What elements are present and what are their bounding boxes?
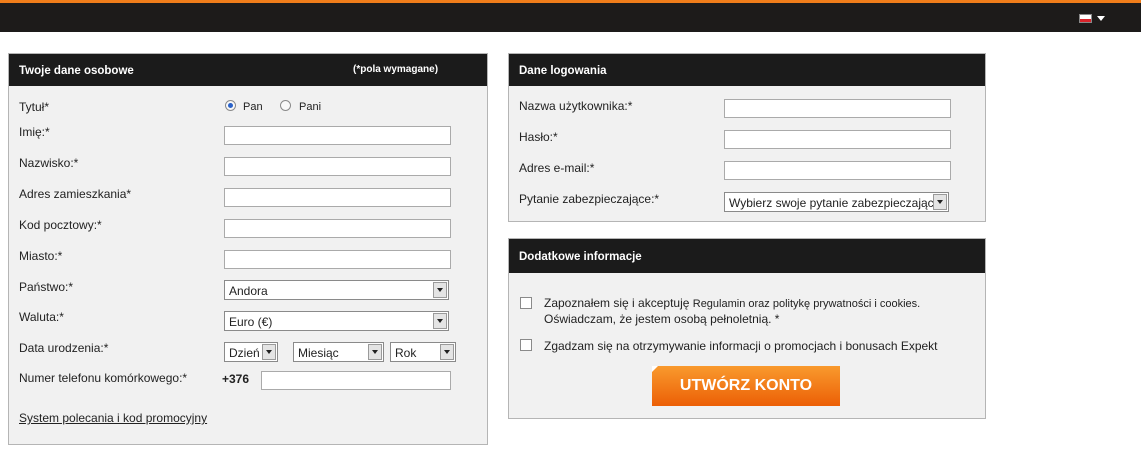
first-name-field[interactable]: [224, 126, 451, 145]
birth-month-select[interactable]: Miesiąc: [293, 342, 384, 362]
login-data-panel: Dane logowania Nazwa użytkownika:* Hasło…: [508, 53, 986, 222]
additional-info-panel: Dodatkowe informacje Zapoznałem się i ak…: [508, 238, 986, 419]
chevron-down-icon: [933, 194, 947, 210]
city-label: Miasto:*: [19, 249, 63, 263]
currency-select[interactable]: Euro (€): [224, 311, 449, 331]
address-field[interactable]: [224, 188, 451, 207]
password-field[interactable]: [724, 130, 951, 149]
postal-code-label: Kod pocztowy:*: [19, 218, 102, 232]
birth-year-select[interactable]: Rok: [390, 342, 456, 362]
last-name-field[interactable]: [224, 157, 451, 176]
country-select[interactable]: Andora: [224, 280, 449, 300]
address-label: Adres zamieszkania*: [19, 187, 132, 201]
radio-pani[interactable]: [280, 100, 291, 111]
panel-title: Twoje dane osobowe: [19, 65, 134, 77]
password-label: Hasło:*: [519, 130, 558, 144]
panel-title: Dodatkowe informacje: [519, 251, 642, 263]
country-value: Andora: [229, 284, 268, 298]
terms-text-part: .: [917, 298, 921, 310]
required-note: (*pola wymagane): [353, 64, 439, 75]
chevron-down-icon: [433, 282, 447, 298]
promo-code-link[interactable]: System polecania i kod promocyjny: [19, 411, 207, 425]
birth-date-label: Data urodzenia:*: [19, 341, 109, 355]
poland-flag-icon: [1079, 14, 1092, 23]
terms-text: Zapoznałem się i akceptuję Regulamin ora…: [544, 296, 920, 327]
security-question-value: Wybierz swoje pytanie zabezpieczające: [729, 196, 941, 210]
create-account-button[interactable]: UTWÓRZ KONTO: [652, 366, 840, 406]
first-name-label: Imię:*: [19, 125, 50, 139]
currency-label: Waluta:*: [19, 310, 64, 324]
day-value: Dzień: [229, 346, 260, 360]
username-label: Nazwa użytkownika:*: [519, 99, 633, 113]
promo-consent-checkbox[interactable]: [520, 339, 532, 351]
top-bar: [0, 0, 1141, 32]
email-field[interactable]: [724, 161, 951, 180]
radio-pani-label: Pani: [299, 101, 322, 113]
terms-checkbox[interactable]: [520, 297, 532, 309]
phone-field[interactable]: [261, 371, 451, 390]
chevron-down-icon: [1097, 16, 1105, 21]
email-label: Adres e-mail:*: [519, 161, 595, 175]
chevron-down-icon: [262, 344, 276, 360]
chevron-down-icon: [440, 344, 454, 360]
month-value: Miesiąc: [298, 346, 339, 360]
security-question-label: Pytanie zabezpieczające:*: [519, 192, 660, 206]
username-field[interactable]: [724, 99, 951, 118]
age-declaration: Oświadczam, że jestem osobą pełnoletnią.…: [544, 312, 780, 326]
phone-label: Numer telefonu komórkowego:*: [19, 371, 188, 385]
radio-pan-label: Pan: [243, 101, 263, 113]
city-field[interactable]: [224, 250, 451, 269]
postal-code-field[interactable]: [224, 219, 451, 238]
panel-title: Dane logowania: [519, 65, 607, 77]
birth-day-select[interactable]: Dzień: [224, 342, 278, 362]
security-question-select[interactable]: Wybierz swoje pytanie zabezpieczające: [724, 192, 949, 212]
terms-text-part: oraz: [745, 298, 773, 310]
country-label: Państwo:*: [19, 280, 74, 294]
chevron-down-icon: [433, 313, 447, 329]
last-name-label: Nazwisko:*: [19, 156, 79, 170]
year-value: Rok: [395, 346, 417, 360]
promo-consent-label: Zgadzam się na otrzymywanie informacji o…: [544, 339, 938, 353]
title-label: Tytuł*: [19, 100, 50, 114]
privacy-link[interactable]: politykę prywatności i cookies: [773, 298, 917, 310]
terms-link[interactable]: Regulamin: [693, 298, 746, 310]
personal-data-panel: Twoje dane osobowe (*pola wymagane) Tytu…: [8, 53, 488, 445]
currency-value: Euro (€): [229, 315, 273, 329]
personal-data-header: Twoje dane osobowe (*pola wymagane): [9, 54, 487, 86]
login-data-header: Dane logowania: [509, 54, 985, 86]
additional-info-header: Dodatkowe informacje: [509, 239, 985, 273]
chevron-down-icon: [368, 344, 382, 360]
terms-text-part: Zapoznałem się i akceptuję: [544, 296, 693, 310]
radio-pan[interactable]: [225, 100, 236, 111]
phone-prefix: +376: [222, 372, 250, 386]
